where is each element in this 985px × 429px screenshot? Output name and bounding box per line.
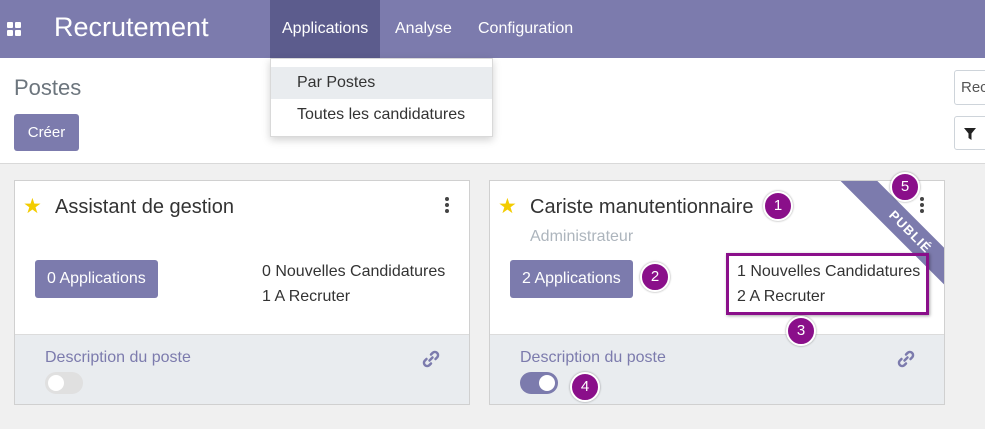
job-subtitle: Administrateur	[530, 228, 634, 245]
to-recruit-text: 1 A Recruter	[262, 288, 351, 305]
dropdown-item-toutes-candidatures[interactable]: Toutes les candidatures	[271, 99, 492, 131]
page-title: Postes	[14, 75, 82, 100]
filter-icon	[964, 128, 976, 140]
top-navbar: Recrutement Applications Analyse Configu…	[0, 0, 985, 58]
description-label: Description du poste	[520, 349, 666, 366]
app-name[interactable]: Recrutement	[54, 12, 209, 43]
annotation-badge: 1	[763, 191, 793, 221]
apps-grid-icon[interactable]	[7, 22, 21, 36]
search-input[interactable]: Rec	[954, 70, 985, 105]
job-title: Assistant de gestion	[55, 196, 234, 218]
create-button[interactable]: Créer	[14, 114, 79, 151]
new-applications-link[interactable]: 0 Nouvelles Candidatures	[262, 263, 445, 281]
job-card[interactable]: ★ Assistant de gestion 0 Applications 0 …	[14, 180, 470, 405]
link-icon[interactable]	[896, 349, 916, 369]
annotation-badge: 3	[786, 316, 816, 346]
search-input-text: Rec	[961, 79, 985, 96]
job-title: Cariste manutentionnaire	[530, 196, 754, 218]
card-footer: Description du poste	[15, 334, 469, 404]
menu-applications[interactable]: Applications	[270, 0, 381, 58]
menu-configuration[interactable]: Configuration	[466, 0, 585, 58]
description-toggle[interactable]	[520, 372, 558, 394]
applications-button[interactable]: 2 Applications	[510, 260, 633, 298]
applications-dropdown: Par Postes Toutes les candidatures	[270, 58, 493, 137]
description-label: Description du poste	[45, 349, 191, 366]
kebab-menu-icon[interactable]	[919, 197, 925, 213]
highlight-box	[726, 253, 929, 315]
card-footer: Description du poste	[490, 334, 944, 404]
filter-button[interactable]	[954, 116, 985, 150]
description-toggle[interactable]	[45, 372, 83, 394]
applications-button[interactable]: 0 Applications	[35, 260, 158, 298]
annotation-badge: 2	[640, 262, 670, 292]
annotation-badge: 5	[890, 172, 920, 202]
kebab-menu-icon[interactable]	[444, 197, 450, 213]
menu-analyse[interactable]: Analyse	[383, 0, 464, 58]
link-icon[interactable]	[421, 349, 441, 369]
star-icon[interactable]: ★	[498, 196, 517, 217]
star-icon[interactable]: ★	[23, 196, 42, 217]
annotation-badge: 4	[570, 372, 600, 402]
dropdown-item-par-postes[interactable]: Par Postes	[271, 67, 492, 99]
